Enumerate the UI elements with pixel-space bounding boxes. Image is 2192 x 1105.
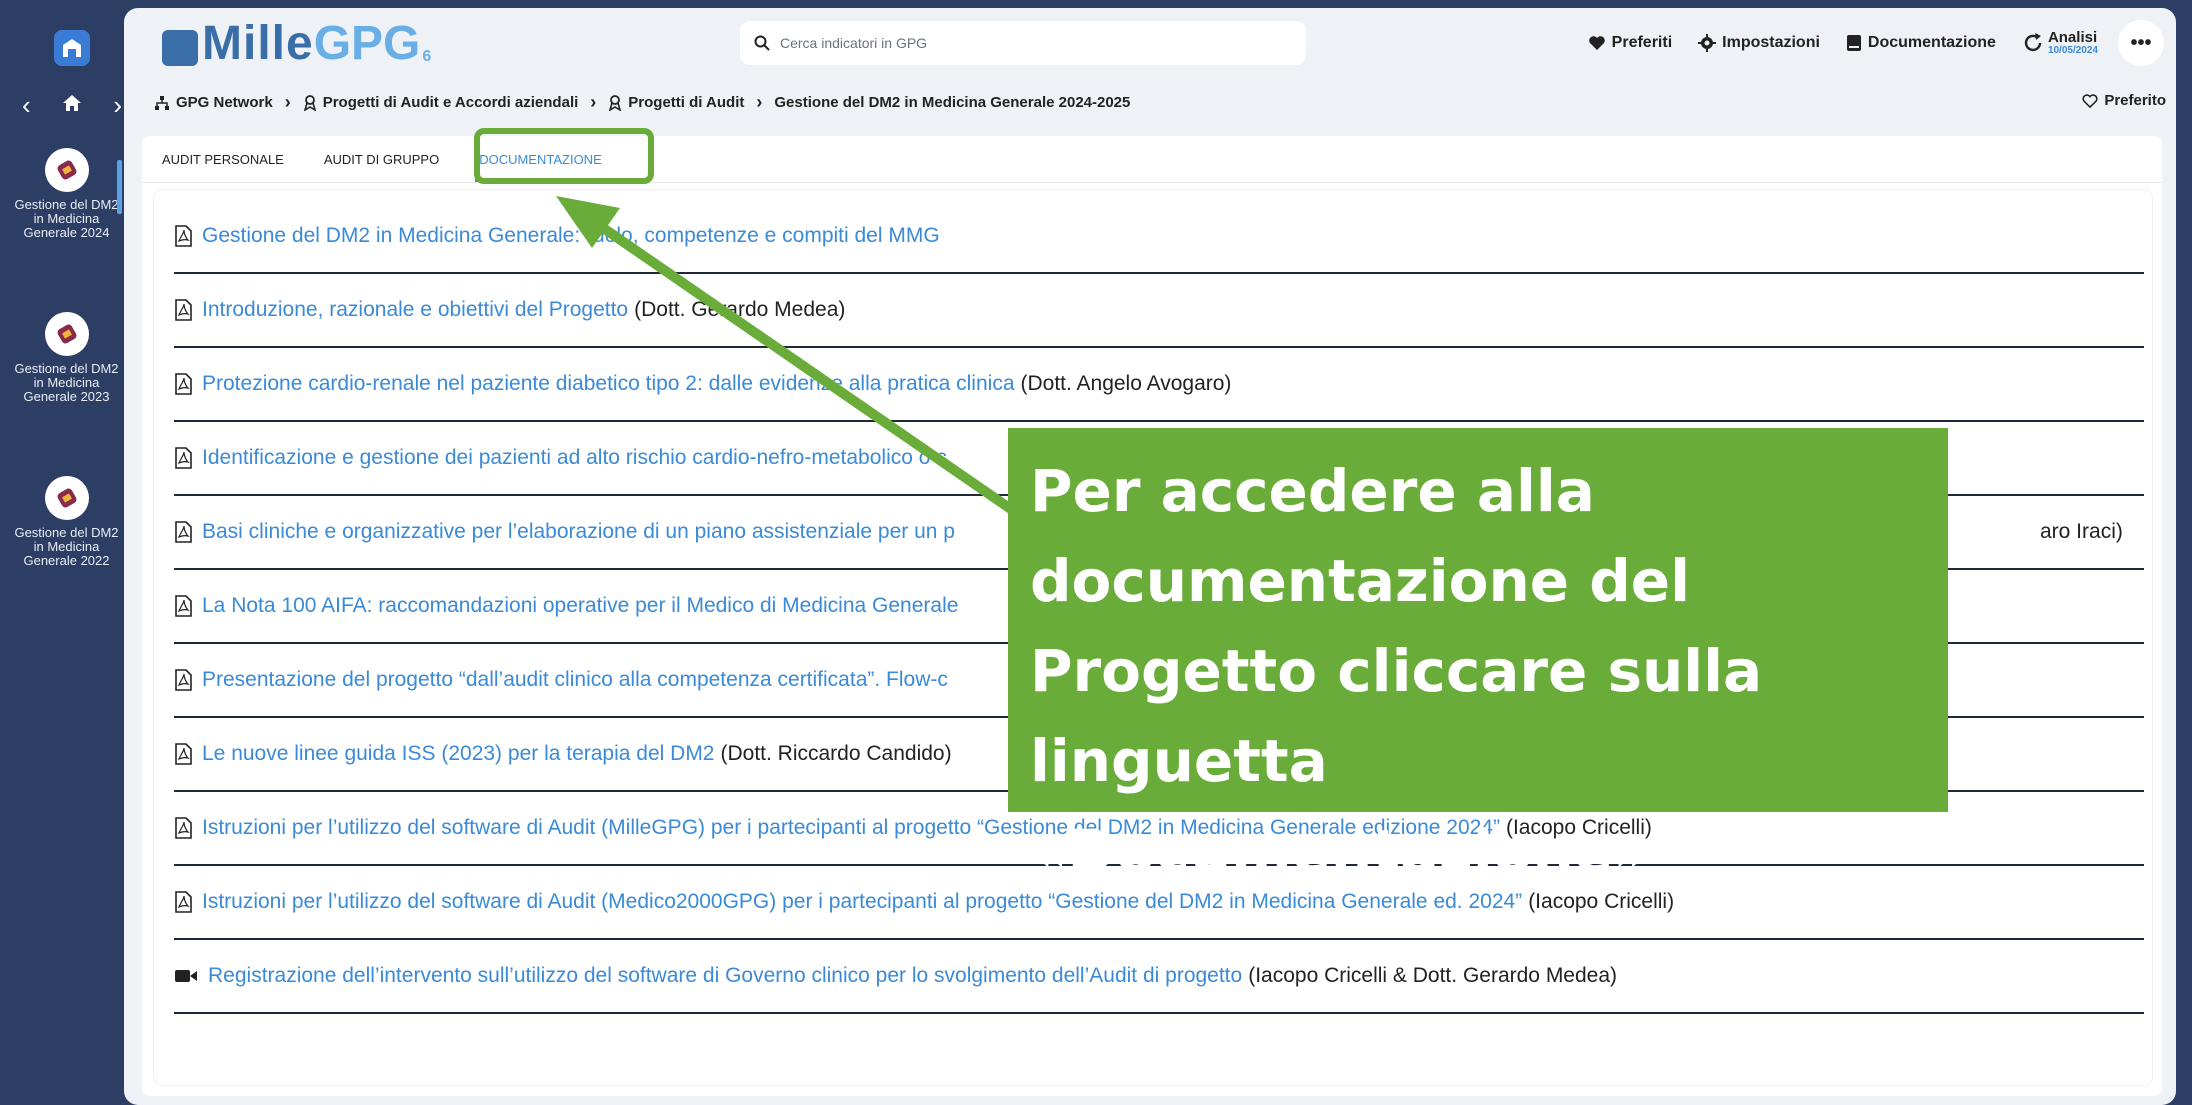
- project-icon: [44, 476, 89, 520]
- tab-audit-di-gruppo[interactable]: AUDIT DI GRUPPO: [304, 136, 459, 182]
- gear-icon: [1698, 34, 1717, 52]
- ribbon-icon: [609, 94, 622, 111]
- app-logo-icon[interactable]: [54, 30, 90, 66]
- tab-audit-personale[interactable]: AUDIT PERSONALE: [142, 136, 304, 182]
- refresh-icon: [2024, 33, 2042, 52]
- impostazioni-button[interactable]: Impostazioni: [1698, 34, 1820, 52]
- rail-active-indicator: [117, 160, 122, 214]
- document-author: aro Iraci): [2040, 520, 2123, 543]
- preferiti-button[interactable]: Preferiti: [1588, 34, 1672, 52]
- breadcrumb-label: GPG Network: [176, 94, 273, 111]
- pdf-icon: [175, 447, 192, 469]
- document-item[interactable]: Gestione del DM2 in Medicina Generale: r…: [174, 200, 2144, 274]
- chevron-right-icon: ›: [590, 92, 597, 112]
- preferiti-label: Preferiti: [1611, 34, 1673, 51]
- document-author: (Iacopo Cricelli & Dott. Gerardo Medea): [1248, 964, 1618, 987]
- breadcrumb-item[interactable]: GPG Network: [154, 94, 273, 111]
- breadcrumb-item[interactable]: Progetti di Audit: [608, 94, 744, 111]
- document-author: (Dott. Riccardo Candido): [720, 742, 952, 765]
- instruction-callout: Per accedere alla documentazione del Pro…: [1008, 428, 1948, 885]
- brand-name-b: GPG: [313, 17, 421, 70]
- breadcrumb-label: Progetti di Audit: [628, 94, 745, 111]
- document-author: (Dott. Gerardo Medea): [634, 298, 846, 321]
- analisi-button[interactable]: Analisi 10/05/2024: [2022, 30, 2098, 57]
- document-title: Identificazione e gestione dei pazienti …: [202, 446, 947, 469]
- project-icon: [44, 148, 89, 192]
- document-title: Registrazione dell’intervento sull’utili…: [208, 964, 1243, 987]
- document-title: Basi cliniche e organizzative per l’elab…: [202, 520, 955, 543]
- video-camera-icon: [175, 970, 197, 982]
- rail-item-2023[interactable]: Gestione del DM2 in Medicina Generale 20…: [8, 312, 125, 404]
- documentazione-label: Documentazione: [1867, 34, 1996, 51]
- brand-version: 6: [422, 48, 432, 65]
- document-item[interactable]: Protezione cardio-renale nel paziente di…: [174, 348, 2144, 422]
- project-icon: [44, 312, 89, 356]
- brand-logo[interactable]: Mille GPG 6: [162, 17, 432, 70]
- search-icon: [754, 35, 770, 51]
- breadcrumb-item[interactable]: Progetti di Audit e Accordi aziendali: [303, 94, 579, 111]
- brand-name-a: Mille: [202, 17, 314, 70]
- tab-highlight-box: [474, 128, 654, 184]
- preferito-label: Preferito: [2104, 92, 2166, 109]
- pdf-icon: [175, 891, 192, 913]
- heart-icon: [1588, 36, 1605, 50]
- pdf-icon: [175, 521, 192, 543]
- pdf-icon: [175, 595, 192, 617]
- document-item[interactable]: Introduzione, razionale e obiettivi del …: [174, 274, 2144, 348]
- document-title: Presentazione del progetto “dall’audit c…: [202, 668, 948, 691]
- document-title: Protezione cardio-renale nel paziente di…: [202, 372, 1015, 395]
- heart-outline-icon: [2082, 93, 2098, 108]
- document-title: La Nota 100 AIFA: raccomandazioni operat…: [202, 594, 959, 617]
- impostazioni-label: Impostazioni: [1722, 34, 1820, 51]
- pdf-icon: [175, 225, 192, 247]
- rail-nav: ‹ ›: [22, 90, 122, 121]
- document-item[interactable]: Registrazione dell’intervento sull’utili…: [174, 940, 2144, 1014]
- network-icon: [155, 95, 169, 110]
- document-title: Introduzione, razionale e obiettivi del …: [202, 298, 629, 321]
- left-rail: ‹ › Gestione del DM2 in Medicina General…: [8, 8, 125, 1105]
- rail-item-label: Gestione del DM2 in Medicina Generale 20…: [14, 197, 119, 240]
- search-placeholder: Cerca indicatori in GPG: [780, 35, 928, 51]
- search-input[interactable]: Cerca indicatori in GPG: [740, 21, 1306, 65]
- document-title: Gestione del DM2 in Medicina Generale: r…: [202, 224, 940, 247]
- home-icon[interactable]: [61, 90, 83, 121]
- callout-text: Per accedere alla documentazione del Pro…: [1030, 457, 1763, 885]
- forward-icon[interactable]: ›: [113, 90, 122, 121]
- pdf-icon: [175, 743, 192, 765]
- back-icon[interactable]: ‹: [22, 90, 31, 121]
- book-icon: [1846, 35, 1861, 51]
- rail-item-2022[interactable]: Gestione del DM2 in Medicina Generale 20…: [8, 476, 125, 568]
- analisi-date: 10/05/2024: [2047, 44, 2098, 56]
- breadcrumb-label: Gestione del DM2 in Medicina Generale 20…: [774, 94, 1131, 111]
- ribbon-icon: [303, 94, 316, 111]
- preferito-button[interactable]: Preferito: [2082, 92, 2166, 109]
- top-bar: Mille GPG 6 Cerca indicatori in GPG Pref…: [124, 8, 2176, 78]
- pdf-icon: [175, 299, 192, 321]
- brand-mark-icon: [162, 30, 198, 66]
- breadcrumb: GPG Network › Progetti di Audit e Accord…: [154, 92, 1130, 113]
- rail-item-label: Gestione del DM2 in Medicina Generale 20…: [14, 361, 119, 404]
- chevron-right-icon: ›: [284, 92, 291, 112]
- breadcrumb-label: Progetti di Audit e Accordi aziendali: [322, 94, 579, 111]
- pdf-icon: [175, 669, 192, 691]
- document-author: (Dott. Angelo Avogaro): [1020, 372, 1232, 395]
- analisi-label: Analisi: [2047, 28, 2098, 46]
- more-menu-button[interactable]: •••: [2118, 20, 2164, 66]
- documentazione-button[interactable]: Documentazione: [1846, 34, 1996, 52]
- breadcrumb-current: Gestione del DM2 in Medicina Generale 20…: [774, 94, 1130, 111]
- chevron-right-icon: ›: [756, 92, 763, 112]
- tab-bar: AUDIT PERSONALE AUDIT DI GRUPPO DOCUMENT…: [142, 136, 2162, 183]
- document-title: Le nuove linee guida ISS (2023) per la t…: [202, 742, 715, 765]
- pdf-icon: [175, 817, 192, 839]
- pdf-icon: [175, 373, 192, 395]
- toolbar: Preferiti Impostazioni Documentazione An…: [1588, 18, 2176, 68]
- rail-item-label: Gestione del DM2 in Medicina Generale 20…: [14, 525, 119, 568]
- rail-item-2024[interactable]: Gestione del DM2 in Medicina Generale 20…: [8, 148, 125, 240]
